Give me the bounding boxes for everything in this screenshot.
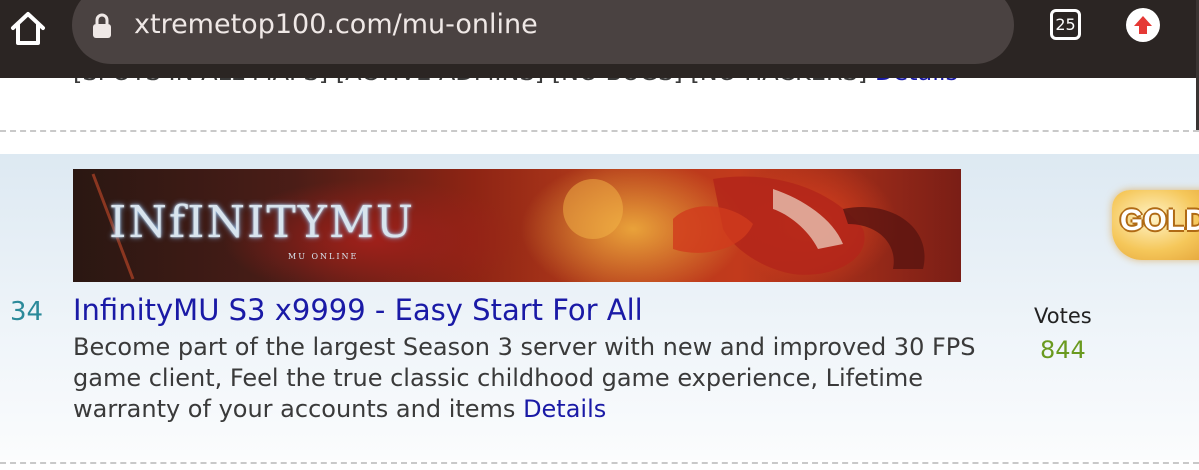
server-description: Become part of the largest Season 3 serv…: [73, 332, 993, 425]
url-text[interactable]: xtremetop100.com/mu-online: [134, 9, 538, 40]
server-banner[interactable]: INfINITYMU MU ONLINE: [73, 169, 961, 282]
lock-icon[interactable]: [92, 13, 112, 39]
banner-logo: INfINITYMU: [109, 197, 415, 248]
gold-badge-label: GOLD: [1120, 204, 1199, 237]
tab-count: 25: [1055, 15, 1076, 34]
home-button[interactable]: [8, 8, 48, 48]
home-icon: [11, 12, 45, 45]
votes-count: 844: [1040, 336, 1086, 364]
server-details-link[interactable]: Details: [523, 395, 606, 423]
gold-badge: GOLD: [1112, 190, 1199, 260]
votes-label: Votes: [1034, 304, 1092, 328]
upload-arrow-icon: [1134, 16, 1152, 34]
entry-divider-bottom: [0, 462, 1199, 464]
entry-divider: [0, 130, 1199, 132]
server-title-link[interactable]: InfinityMU S3 x9999 - Easy Start For All: [73, 293, 643, 327]
server-rank: 34: [10, 297, 44, 327]
profile-button[interactable]: [1126, 8, 1160, 42]
tab-switcher-button[interactable]: 25: [1050, 9, 1081, 40]
banner-subtitle: MU ONLINE: [288, 252, 359, 261]
browser-toolbar: xtremetop100.com/mu-online 25: [0, 0, 1199, 78]
